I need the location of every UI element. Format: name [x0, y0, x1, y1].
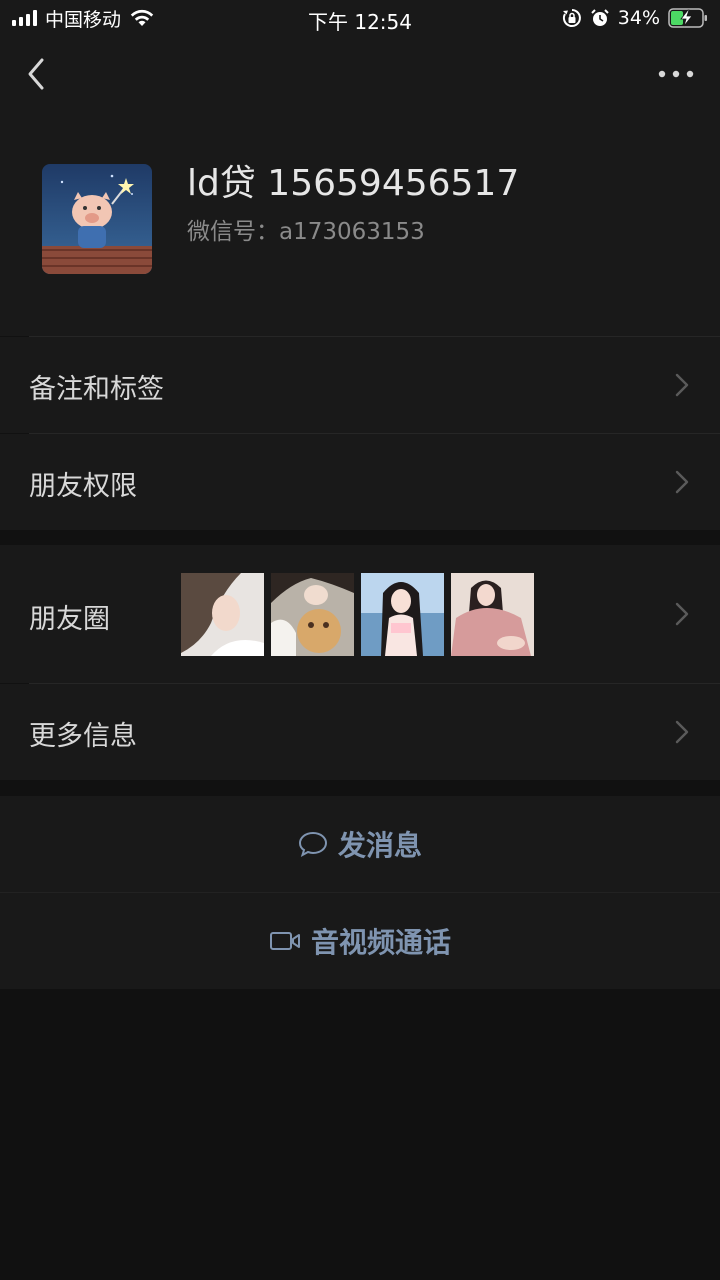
back-button[interactable]: [22, 54, 58, 94]
send-message-label: 发消息: [337, 829, 422, 862]
battery-charging-icon: [668, 8, 707, 28]
chat-bubble-icon: [298, 831, 327, 858]
cell-label: 朋友权限: [29, 471, 137, 502]
chevron-right-icon: [675, 720, 689, 744]
alarm-icon: [591, 9, 609, 26]
moments-photos: [181, 573, 534, 656]
send-message-button[interactable]: 发消息: [0, 796, 720, 892]
status-bar-right: 34%: [562, 6, 708, 30]
moments-photo-1: [181, 573, 264, 656]
cell-label: 备注和标签: [29, 374, 164, 405]
cell-remarks-tags[interactable]: 备注和标签: [0, 337, 720, 433]
moments-photo-4: [451, 573, 534, 656]
display-name: ld贷 15659456517: [187, 163, 520, 204]
moments-photo-3: [361, 573, 444, 656]
chevron-right-icon: [675, 373, 689, 397]
chevron-right-icon: [675, 470, 689, 494]
video-camera-icon: [269, 932, 300, 950]
chevron-right-icon: [675, 602, 689, 626]
orientation-lock-icon: [562, 9, 581, 27]
cell-label: 朋友圈: [29, 604, 110, 635]
cell-more-info[interactable]: 更多信息: [0, 684, 720, 780]
profile-header: ld贷 15659456517 微信号：a173063153: [0, 112, 720, 336]
cell-moments[interactable]: 朋友圈: [0, 545, 720, 683]
status-bar: 中国移动 下午 12:54 34%: [0, 0, 720, 36]
avatar[interactable]: [42, 164, 152, 274]
more-button[interactable]: [656, 62, 696, 86]
battery-percent: 34%: [617, 7, 660, 29]
cell-friend-permissions[interactable]: 朋友权限: [0, 434, 720, 530]
moments-photo-2: [271, 573, 354, 656]
av-call-label: 音视频通话: [310, 926, 451, 959]
nav-bar: [0, 36, 720, 112]
av-call-button[interactable]: 音视频通话: [0, 893, 720, 989]
wechat-id: 微信号：a173063153: [187, 219, 425, 245]
cell-label: 更多信息: [29, 721, 137, 752]
